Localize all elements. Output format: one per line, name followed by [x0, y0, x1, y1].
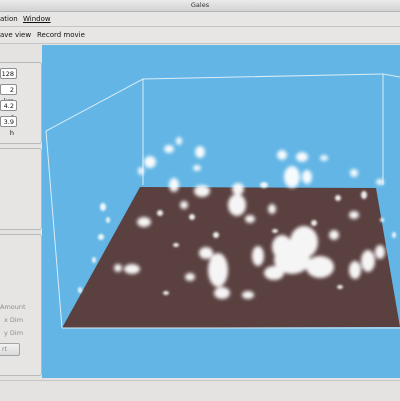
- domain-size-value[interactable]: 2 km: [0, 84, 17, 105]
- menu-window[interactable]: Window: [23, 14, 51, 24]
- menu-bar: ation Window: [0, 12, 400, 27]
- 3d-scene: [45, 73, 400, 329]
- window-title: Gales: [190, 1, 210, 9]
- y-dim-label: y Dim: [4, 329, 24, 337]
- grid-size-value[interactable]: 128: [0, 68, 17, 79]
- sim-time-value[interactable]: 3.9 h: [0, 116, 17, 137]
- status-bar: [0, 380, 400, 401]
- toolbar: ave view Record movie: [0, 27, 400, 44]
- menu-simulation[interactable]: ation: [0, 14, 18, 24]
- middle-group: [0, 148, 42, 230]
- x-dim-label: x Dim: [4, 316, 24, 324]
- amount-label: Amount: [0, 303, 26, 311]
- start-button[interactable]: rt: [0, 343, 20, 356]
- record-movie-button[interactable]: Record movie: [37, 30, 85, 40]
- save-view-button[interactable]: ave view: [0, 30, 31, 40]
- window-titlebar: Gales: [0, 0, 400, 12]
- time-step-value[interactable]: 4.2 s: [0, 100, 17, 121]
- simulation-viewport[interactable]: [42, 45, 400, 378]
- bounding-box-back: [45, 73, 400, 185]
